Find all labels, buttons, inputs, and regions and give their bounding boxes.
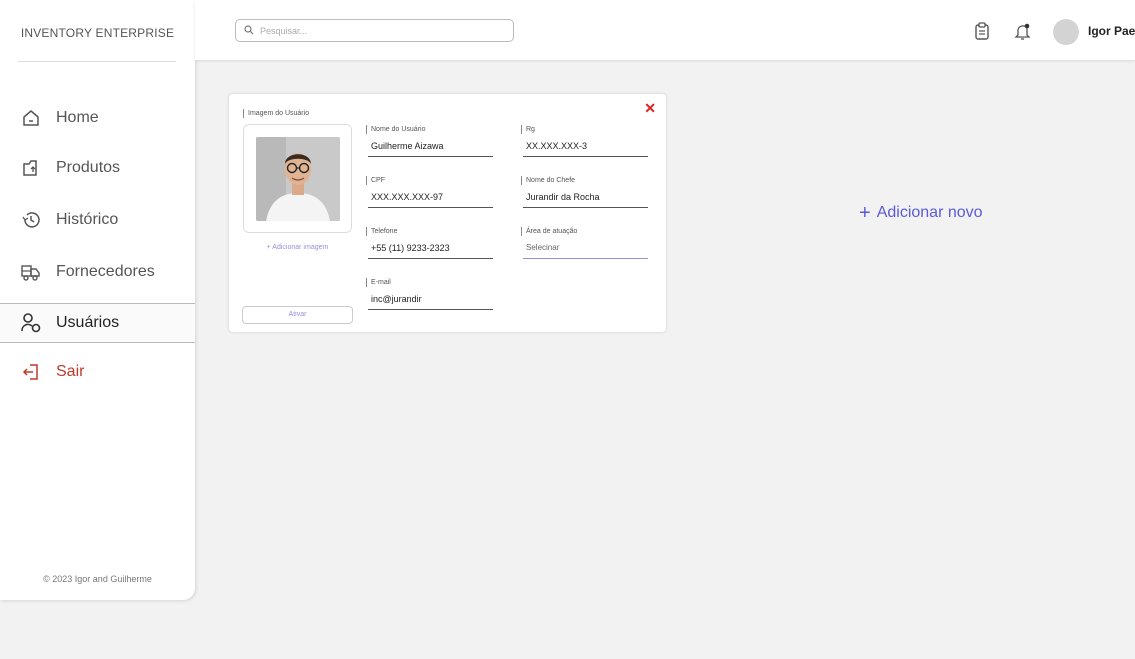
field-label-name: Nome do Usuário [366, 125, 425, 134]
brand-title: INVENTORY ENTERPRISE [20, 26, 175, 40]
area-select[interactable]: Selecinar [523, 241, 648, 259]
close-icon[interactable]: ✕ [644, 100, 656, 117]
field-label-cpf: CPF [366, 176, 385, 185]
activate-button[interactable]: Ativar [242, 306, 353, 324]
rg-field[interactable]: XX.XXX.XXX-3 [523, 139, 648, 157]
sidebar-item-usuarios[interactable]: Usuários [0, 303, 195, 343]
truck-icon [20, 261, 42, 283]
sidebar-item-label: Fornecedores [56, 263, 155, 280]
add-image-button[interactable]: + Adicionar imagem [243, 244, 352, 251]
phone-field[interactable]: +55 (11) 9233-2323 [368, 241, 493, 259]
home-icon [20, 107, 42, 129]
name-field[interactable]: Guilherme Aizawa [368, 139, 493, 157]
sidebar-item-sair[interactable]: Sair [0, 353, 195, 391]
photo-frame [243, 124, 352, 233]
notification-bell-icon[interactable] [1013, 21, 1033, 41]
history-icon [20, 209, 42, 231]
sidebar: INVENTORY ENTERPRISE Home Produtos Histó… [0, 0, 195, 600]
sidebar-item-label: Histórico [56, 211, 119, 228]
sidebar-item-produtos[interactable]: Produtos [0, 149, 195, 187]
copyright: © 2023 Igor and Guilherme [43, 574, 152, 584]
sidebar-item-label: Sair [56, 363, 85, 380]
user-icon [20, 312, 42, 334]
user-card: ✕ Imagem do Usuário + Adicionar imagem A… [229, 94, 666, 332]
image-label: Imagem do Usuário [243, 109, 309, 118]
sidebar-item-label: Home [56, 109, 99, 126]
user-photo [256, 137, 340, 221]
sidebar-item-label: Usuários [56, 314, 120, 331]
search-icon [244, 22, 254, 40]
avatar[interactable] [1053, 19, 1079, 45]
cpf-field[interactable]: XXX.XXX.XXX-97 [368, 190, 493, 208]
field-label-phone: Telefone [366, 227, 397, 236]
boss-field[interactable]: Jurandir da Rocha [523, 190, 648, 208]
sidebar-item-fornecedores[interactable]: Fornecedores [0, 253, 195, 291]
search-box[interactable] [235, 19, 514, 42]
add-new-button[interactable]: + Adicionar novo [859, 202, 983, 225]
sidebar-item-home[interactable]: Home [0, 99, 195, 137]
add-new-label: Adicionar novo [876, 204, 983, 221]
email-field[interactable]: inc@jurandir [368, 292, 493, 310]
logout-icon [20, 361, 42, 383]
clipboard-icon[interactable] [972, 21, 992, 41]
divider [18, 61, 176, 62]
field-label-boss: Nome do Chefe [521, 176, 575, 185]
topbar: Igor Pae [195, 0, 1135, 60]
sidebar-item-label: Produtos [56, 159, 121, 176]
box-icon [20, 157, 42, 179]
field-label-area: Área de atuação [521, 227, 577, 236]
username[interactable]: Igor Pae [1088, 24, 1135, 38]
sidebar-item-historico[interactable]: Histórico [0, 201, 195, 239]
field-label-rg: Rg [521, 125, 535, 134]
field-label-email: E-mail [366, 278, 391, 287]
search-input[interactable] [258, 24, 502, 37]
plus-icon: + [859, 202, 871, 224]
